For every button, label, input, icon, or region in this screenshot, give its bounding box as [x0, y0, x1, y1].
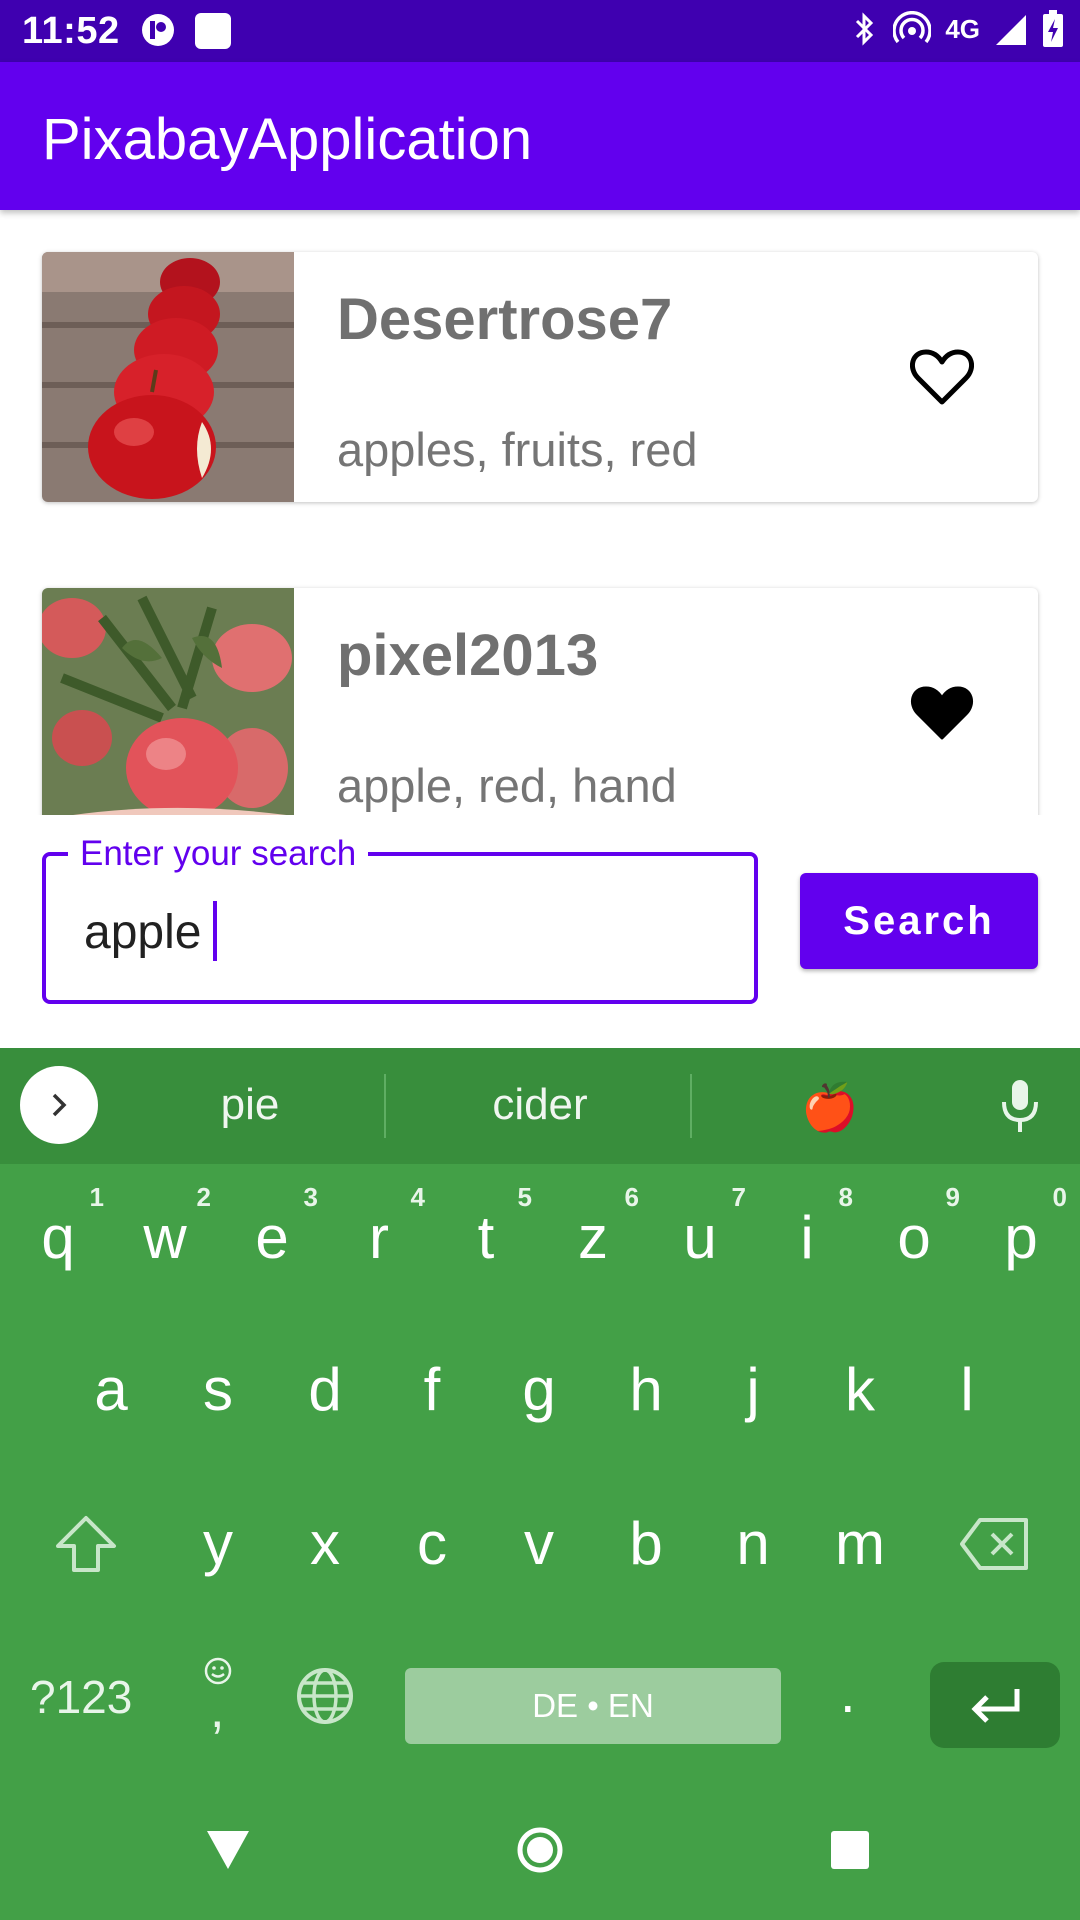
key-l[interactable]: l [917, 1330, 1017, 1450]
bluetooth-icon [856, 12, 874, 46]
globe-icon [297, 1668, 353, 1724]
expand-suggestions-button[interactable] [20, 1066, 98, 1144]
key-c[interactable]: c [382, 1484, 482, 1604]
recents-square-icon [831, 1831, 869, 1869]
key-h[interactable]: h [596, 1330, 696, 1450]
key-o[interactable]: o9 [864, 1178, 964, 1298]
apple-in-hand-image [42, 588, 294, 815]
app-bar: PixabayApplication [0, 62, 1080, 210]
backspace-key[interactable] [944, 1484, 1044, 1604]
result-tags: apple, red, hand [337, 759, 677, 812]
suggestion-item[interactable]: cider [460, 1080, 620, 1130]
key-q[interactable]: q1 [8, 1178, 108, 1298]
result-tags: apples, fruits, red [337, 423, 698, 476]
home-button[interactable] [508, 1818, 572, 1882]
key-w[interactable]: w2 [115, 1178, 215, 1298]
result-user: Desertrose7 [337, 287, 673, 352]
status-bar: 11:52 4G [0, 0, 1080, 62]
key-z[interactable]: z6 [543, 1178, 643, 1298]
result-card[interactable]: pixel2013 apple, red, hand [42, 588, 1038, 815]
suggestion-divider [384, 1074, 386, 1138]
key-n[interactable]: n [703, 1484, 803, 1604]
suggestion-bar: pie cider 🍎 [0, 1048, 1080, 1164]
app-title: PixabayApplication [42, 107, 533, 172]
search-button[interactable]: Search [800, 873, 1038, 969]
enter-icon [971, 1689, 1020, 1723]
key-v[interactable]: v [489, 1484, 589, 1604]
navigation-bar [0, 1780, 1080, 1920]
key-u[interactable]: u7 [650, 1178, 750, 1298]
heart-outline-icon[interactable] [910, 348, 974, 406]
key-y[interactable]: y [168, 1484, 268, 1604]
shift-icon [56, 1516, 116, 1572]
comma-label: , [210, 1681, 225, 1739]
chevron-right-icon [52, 1093, 67, 1117]
heart-filled-icon[interactable] [910, 684, 974, 742]
search-input[interactable]: apple [84, 901, 218, 962]
key-s[interactable]: s [168, 1330, 268, 1450]
suggestion-item[interactable]: 🍎 [770, 1080, 890, 1135]
results-list[interactable]: Desertrose7 apples, fruits, red pixel201… [0, 210, 1080, 815]
back-button[interactable] [196, 1818, 260, 1882]
key-j[interactable]: j [703, 1330, 803, 1450]
microphone-icon[interactable] [998, 1078, 1042, 1134]
result-user: pixel2013 [337, 623, 599, 688]
key-a[interactable]: a [61, 1330, 161, 1450]
key-i[interactable]: i8 [757, 1178, 857, 1298]
symbols-key[interactable]: ?123 [30, 1670, 132, 1724]
result-thumbnail [42, 252, 294, 502]
hotspot-icon [893, 11, 932, 44]
home-circle-icon [517, 1827, 563, 1873]
status-time: 11:52 [22, 10, 120, 52]
key-b[interactable]: b [596, 1484, 696, 1604]
key-e[interactable]: e3 [222, 1178, 322, 1298]
signal-icon [996, 15, 1026, 45]
search-input-value: apple [84, 906, 202, 959]
key-x[interactable]: x [275, 1484, 375, 1604]
key-r[interactable]: r4 [329, 1178, 429, 1298]
battery-charging-icon [1043, 10, 1063, 47]
app-notification-icon [142, 14, 174, 46]
enter-key[interactable] [930, 1662, 1060, 1748]
apples-row-image [42, 252, 294, 502]
text-cursor [213, 901, 218, 962]
back-triangle-icon [207, 1831, 249, 1869]
key-f[interactable]: f [382, 1330, 482, 1450]
system-icons: 4G [851, 10, 1064, 48]
key-m[interactable]: m [810, 1484, 910, 1604]
network-type: 4G [945, 13, 980, 44]
recents-button[interactable] [818, 1818, 882, 1882]
language-key[interactable] [275, 1640, 375, 1750]
key-d[interactable]: d [275, 1330, 375, 1450]
suggestion-item[interactable]: pie [180, 1080, 320, 1130]
backspace-icon [960, 1518, 1028, 1570]
search-field-label: Enter your search [68, 834, 369, 874]
square-notification-icon [195, 13, 231, 49]
notification-icons [140, 12, 232, 50]
key-k[interactable]: k [810, 1330, 910, 1450]
suggestion-divider [690, 1074, 692, 1138]
shift-key[interactable] [36, 1484, 136, 1604]
emoji-comma-key[interactable]: , [168, 1640, 268, 1750]
period-key[interactable]: . [840, 1660, 856, 1725]
key-g[interactable]: g [489, 1330, 589, 1450]
result-thumbnail [42, 588, 294, 815]
space-key[interactable]: DE • EN [405, 1668, 781, 1744]
key-t[interactable]: t5 [436, 1178, 536, 1298]
result-card[interactable]: Desertrose7 apples, fruits, red [42, 252, 1038, 502]
key-p[interactable]: p0 [971, 1178, 1071, 1298]
